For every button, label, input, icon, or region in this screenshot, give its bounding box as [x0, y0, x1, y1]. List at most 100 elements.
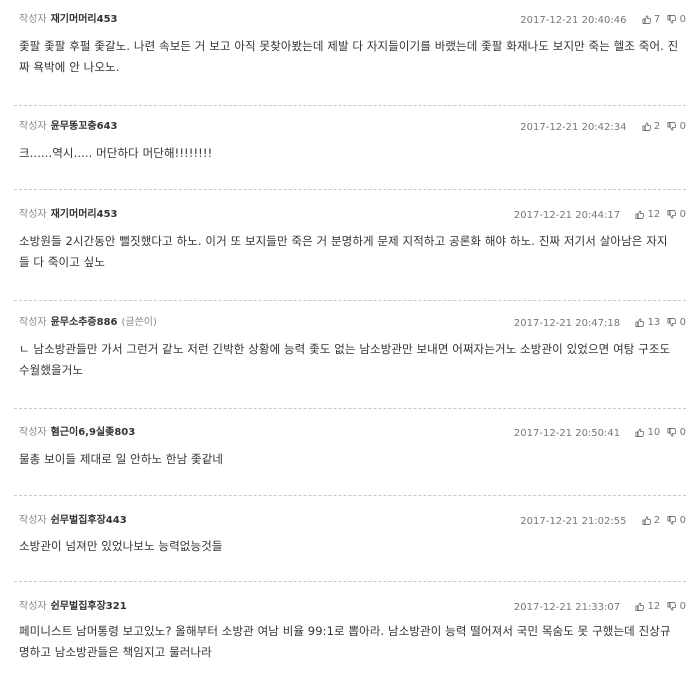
comment-header: 작성자 혐근이6,9실좆803 2017-12-21 20:50:41 10 0: [19, 424, 686, 442]
comment-item: 작성자 재기머머리453 2017-12-21 20:44:17 12 0 소방원…: [0, 206, 700, 301]
comment-item: 작성자 쉰무벌집후장321 2017-12-21 21:33:07 12 0 페미…: [0, 598, 700, 678]
downvote-button[interactable]: 0: [667, 427, 686, 439]
upvote-button[interactable]: 7: [642, 14, 661, 26]
comment-meta: 2017-12-21 20:47:18 13 0: [514, 314, 686, 334]
comment-body: 크......역시..... 머단하다 머단해!!!!!!!!: [19, 143, 686, 164]
comment-body: 물총 보이들 제대로 일 안하노 한남 좇같네: [19, 449, 686, 470]
author-name[interactable]: 재기머머리453: [51, 209, 118, 220]
upvote-button[interactable]: 2: [642, 121, 661, 133]
comment-body: 소방관이 넘져만 있었나보노 능력없능것들: [19, 536, 686, 557]
downvote-button[interactable]: 0: [667, 515, 686, 527]
thumbs-up-icon: [642, 14, 651, 24]
upvote-count: 13: [647, 317, 661, 328]
thumbs-up-icon: [635, 317, 645, 327]
comment-meta: 2017-12-21 20:42:34 2 0: [520, 118, 686, 138]
downvote-button[interactable]: 0: [667, 14, 686, 26]
upvote-button[interactable]: 2: [642, 515, 661, 527]
author-label: 작성자: [19, 601, 47, 612]
author-label: 작성자: [19, 317, 47, 328]
downvote-count: 0: [679, 515, 686, 526]
author-name[interactable]: 재기머머리453: [51, 14, 118, 25]
comment-item: 작성자 쉰무벌집후장443 2017-12-21 21:02:55 2 0 소방관…: [0, 512, 700, 582]
comment-date: 2017-12-21 21:02:55: [520, 515, 627, 527]
comment-header: 작성자 재기머머리453 2017-12-21 20:40:46 7 0: [19, 11, 686, 29]
comment-text-line: 좇팔 좇팔 후펄 좇갈노. 나련 속보든 거 보고 아직 못찾아봤는데 제발 다…: [19, 39, 679, 53]
comment-text-line: 소방관이 넘져만 있었나보노 능력없능것들: [19, 539, 223, 553]
downvote-count: 0: [679, 209, 686, 220]
comment-date: 2017-12-21 20:50:41: [513, 427, 621, 439]
thumbs-up-icon: [642, 515, 651, 525]
comment-item: 작성자 윤무똥꼬충643 2017-12-21 20:42:34 2 0 크...…: [0, 118, 700, 190]
comment-date: 2017-12-21 20:42:34: [520, 121, 627, 133]
comment-text-line: 수월했을거노: [19, 363, 84, 377]
comment-header: 작성자 재기머머리453 2017-12-21 20:44:17 12 0: [19, 206, 686, 224]
upvote-count: 7: [653, 14, 661, 25]
author-name[interactable]: 혐근이6,9실좆803: [51, 427, 136, 438]
comment-date: 2017-12-21 20:44:17: [513, 209, 621, 221]
upvote-count: 12: [647, 209, 661, 220]
thumbs-down-icon: [667, 14, 677, 24]
upvote-button[interactable]: 12: [635, 209, 661, 221]
comment-date: 2017-12-21 20:40:46: [520, 14, 627, 26]
comment-text-line: 소방원들 2시간동안 뻘짓했다고 하노. 이거 또 보지들만 죽은 거 분명하게…: [19, 234, 668, 248]
comment-text-line: ㄴ 남소방관들만 가서 그런거 같노 저런 긴박한 상황에 능력 좇도 없는 남…: [19, 342, 671, 356]
comment-header: 작성자 윤무소추증886 (글쓴이) 2017-12-21 20:47:18 13 …: [19, 314, 686, 332]
upvote-button[interactable]: 12: [635, 601, 661, 613]
downvote-button[interactable]: 0: [667, 209, 686, 221]
upvote-count: 10: [647, 427, 661, 438]
downvote-count: 0: [679, 121, 686, 132]
downvote-button[interactable]: 0: [667, 317, 686, 329]
downvote-button[interactable]: 0: [667, 601, 686, 613]
comment-text-line: 페미니스트 남머통령 보고있노? 올해부터 소방관 여남 비율 99:1로 뽑아…: [19, 624, 671, 638]
thumbs-down-icon: [667, 427, 677, 437]
downvote-count: 0: [679, 14, 686, 25]
author-name[interactable]: 윤무똥꼬충643: [51, 121, 118, 132]
comment-text-line: 명하고 남소방관들은 책임지고 물러나라: [19, 645, 212, 659]
upvote-count: 2: [653, 121, 661, 132]
thumbs-down-icon: [667, 515, 677, 525]
thumbs-up-icon: [635, 209, 645, 219]
thumbs-down-icon: [667, 209, 677, 219]
comment-header: 작성자 쉰무벌집후장443 2017-12-21 21:02:55 2 0: [19, 512, 686, 530]
comment-body: 좇팔 좇팔 후펄 좇갈노. 나련 속보든 거 보고 아직 못찾아봤는데 제발 다…: [19, 36, 686, 78]
comment-item: 작성자 윤무소추증886 (글쓴이) 2017-12-21 20:47:18 13 …: [0, 314, 700, 409]
upvote-button[interactable]: 13: [635, 317, 661, 329]
comment-date: 2017-12-21 21:33:07: [513, 601, 621, 613]
comment-text-line: 들 다 죽이고 싶노: [19, 255, 106, 269]
comment-page: { "author_label": "작성자", "comments": [ {…: [0, 0, 700, 683]
thumbs-down-icon: [667, 317, 677, 327]
thumbs-up-icon: [635, 427, 645, 437]
downvote-count: 0: [679, 317, 686, 328]
comment-body: ㄴ 남소방관들만 가서 그런거 같노 저런 긴박한 상황에 능력 좇도 없는 남…: [19, 339, 686, 381]
thumbs-up-icon: [635, 601, 645, 611]
comment-item: 작성자 재기머머리453 2017-12-21 20:40:46 7 0 좇팔 좇…: [0, 11, 700, 106]
comment-text-line: 크......역시..... 머단하다 머단해!!!!!!!!: [19, 146, 213, 160]
author-label: 작성자: [19, 209, 47, 220]
comment-meta: 2017-12-21 21:33:07 12 0: [514, 598, 686, 618]
author-name[interactable]: 윤무소추증886: [51, 317, 118, 328]
comment-date: 2017-12-21 20:47:18: [513, 317, 621, 329]
downvote-count: 0: [679, 427, 686, 438]
author-note: (글쓴이): [121, 317, 157, 328]
author-label: 작성자: [19, 515, 47, 526]
comment-body: 페미니스트 남머통령 보고있노? 올해부터 소방관 여남 비율 99:1로 뽑아…: [19, 621, 686, 663]
comment-text-line: 물총 보이들 제대로 일 안하노 한남 좇같네: [19, 452, 224, 466]
comment-meta: 2017-12-21 20:44:17 12 0: [514, 206, 686, 226]
author-name[interactable]: 쉰무벌집후장443: [51, 515, 127, 526]
downvote-button[interactable]: 0: [667, 121, 686, 133]
thumbs-up-icon: [642, 121, 651, 131]
comment-body: 소방원들 2시간동안 뻘짓했다고 하노. 이거 또 보지들만 죽은 거 분명하게…: [19, 231, 686, 273]
comment-header: 작성자 윤무똥꼬충643 2017-12-21 20:42:34 2 0: [19, 118, 686, 136]
author-name[interactable]: 쉰무벌집후장321: [51, 601, 127, 612]
upvote-count: 2: [653, 515, 661, 526]
comment-meta: 2017-12-21 20:40:46 7 0: [520, 11, 686, 31]
thumbs-down-icon: [667, 121, 677, 131]
comment-meta: 2017-12-21 21:02:55 2 0: [520, 512, 686, 532]
author-label: 작성자: [19, 121, 47, 132]
comment-header: 작성자 쉰무벌집후장321 2017-12-21 21:33:07 12 0: [19, 598, 686, 616]
comment-text-line: 짜 욕박에 안 나오노.: [19, 60, 120, 74]
upvote-button[interactable]: 10: [635, 427, 661, 439]
upvote-count: 12: [647, 601, 661, 612]
comment-meta: 2017-12-21 20:50:41 10 0: [514, 424, 686, 444]
comment-item: 작성자 혐근이6,9실좆803 2017-12-21 20:50:41 10 0 …: [0, 424, 700, 496]
